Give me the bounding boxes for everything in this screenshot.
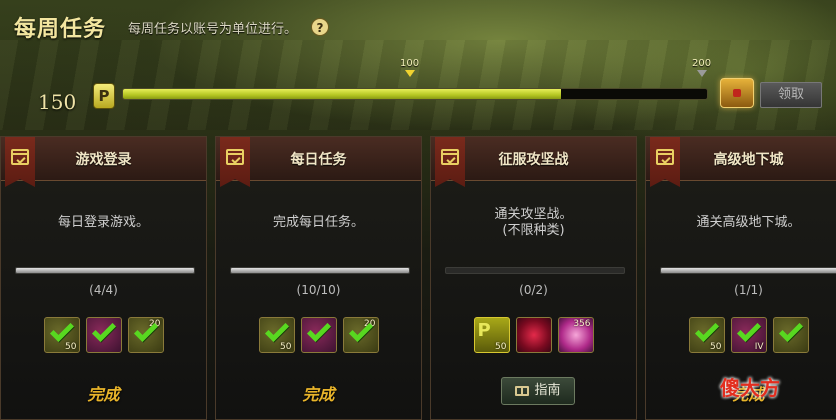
card-progress-bar	[445, 267, 625, 274]
reward-item[interactable]: 20	[342, 317, 379, 353]
card-title: 每日任务	[290, 152, 347, 168]
reward-item[interactable]: 20	[127, 317, 164, 353]
help-icon[interactable]: ?	[311, 18, 330, 36]
reward-item[interactable]: 50	[688, 317, 725, 353]
card-description: 每日登录游戏。	[57, 215, 149, 230]
task-card-siege: 征服攻坚战 通关攻坚战。 (不限种类) (0/2) P 50 356 指南	[430, 136, 637, 420]
card-header: 游戏登录	[1, 137, 206, 187]
card-progress-fill	[16, 268, 194, 273]
card-title: 游戏登录	[75, 152, 132, 168]
card-progress-bar	[230, 267, 410, 274]
claim-button[interactable]: 领取	[760, 82, 822, 108]
card-header: 征服攻坚战	[431, 137, 636, 187]
reward-list: P 50 356	[431, 317, 636, 353]
card-count: (1/1)	[734, 283, 763, 297]
checkmark-icon	[306, 318, 331, 343]
reward-qty: 50	[710, 342, 722, 352]
checkmark-icon	[91, 318, 116, 343]
card-header: 高级地下城	[646, 137, 836, 187]
status-complete: 完成	[87, 385, 120, 404]
reward-item[interactable]: 50	[43, 317, 80, 353]
checkmark-icon	[694, 318, 719, 343]
task-card-login: 游戏登录 每日登录游戏。 (4/4) 50 20 完成	[0, 136, 207, 420]
task-card-daily: 每日任务 完成每日任务。 (10/10) 50 20 完成	[215, 136, 422, 420]
weekly-progress: 100 200 150 P 领取	[0, 58, 836, 118]
reward-item[interactable]	[772, 317, 809, 353]
reward-list: 50 20	[1, 317, 206, 353]
reward-item[interactable]: P 50	[473, 317, 510, 353]
reward-item[interactable]: 356	[557, 317, 594, 353]
reward-qty: 356	[573, 319, 591, 329]
guide-button[interactable]: 指南	[501, 377, 575, 405]
card-count: (0/2)	[519, 283, 548, 297]
reward-item[interactable]: 50	[258, 317, 295, 353]
header: 每周任务 每周任务以账号为单位进行。 ?	[14, 10, 330, 44]
card-progress-bar	[15, 267, 195, 274]
page-title: 每周任务	[14, 16, 107, 42]
milestone-marker-200: 200	[692, 58, 711, 77]
watermark-text: 傻大方	[720, 376, 780, 400]
reward-item[interactable]: IV	[730, 317, 767, 353]
milestone-arrow-icon	[696, 70, 707, 77]
progress-bar-fill	[123, 89, 561, 99]
current-score: 150	[38, 90, 77, 114]
checkmark-icon	[49, 318, 74, 343]
reward-item[interactable]	[515, 317, 552, 353]
reward-item[interactable]	[85, 317, 122, 353]
progress-bar	[122, 88, 708, 100]
reward-qty: 50	[495, 342, 507, 352]
book-icon	[515, 385, 530, 396]
checkmark-icon	[736, 318, 761, 343]
reward-qty: IV	[754, 342, 764, 352]
guide-label: 指南	[534, 383, 561, 398]
card-header: 每日任务	[216, 137, 421, 187]
treasure-chest-icon[interactable]	[720, 78, 754, 108]
card-progress-fill	[661, 268, 836, 273]
reward-list: 50 20	[216, 317, 421, 353]
milestone-arrow-icon	[404, 70, 415, 77]
reward-qty: 50	[280, 342, 292, 352]
checkmark-icon	[264, 318, 289, 343]
page-subtitle: 每周任务以账号为单位进行。	[128, 21, 298, 37]
reward-qty: 50	[65, 342, 77, 352]
card-progress-bar	[660, 267, 836, 274]
status-complete: 完成	[302, 385, 335, 404]
reward-item[interactable]	[300, 317, 337, 353]
card-progress-fill	[231, 268, 409, 273]
card-count: (4/4)	[89, 283, 118, 297]
checkmark-icon	[133, 318, 158, 343]
card-title: 高级地下城	[713, 152, 784, 168]
card-count: (10/10)	[296, 283, 341, 297]
milestone-marker-100: 100	[400, 58, 419, 77]
points-icon: P	[477, 320, 491, 341]
card-title: 征服攻坚战	[498, 152, 569, 168]
milestone-label: 100	[400, 58, 420, 69]
milestone-label: 200	[692, 58, 712, 69]
reward-list: 50 IV	[646, 317, 836, 353]
checkmark-icon	[348, 318, 373, 343]
points-icon: P	[93, 83, 115, 109]
card-description: 完成每日任务。	[272, 215, 364, 230]
checkmark-icon	[778, 318, 803, 343]
card-description: 通关攻坚战。 (不限种类)	[494, 207, 573, 238]
card-description: 通关高级地下城。	[696, 215, 801, 230]
